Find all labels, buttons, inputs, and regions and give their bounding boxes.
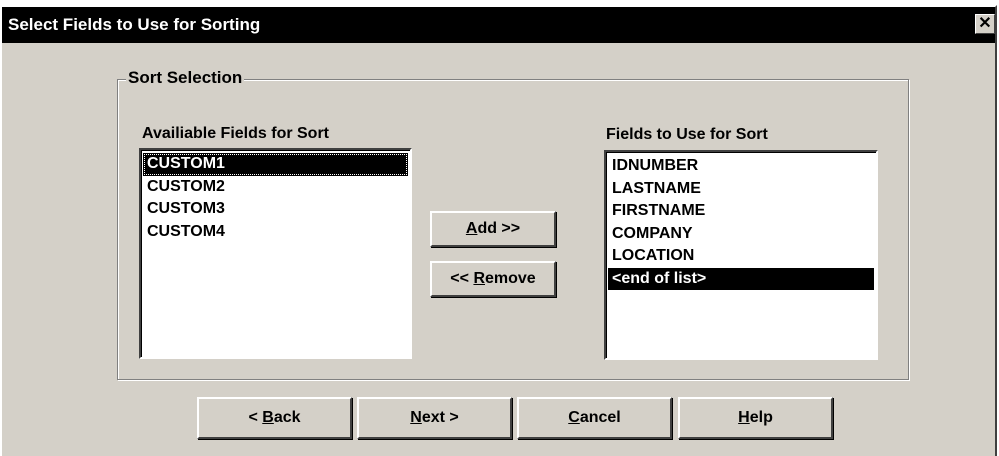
remove-label-prefix: << — [450, 270, 474, 287]
list-item[interactable]: LOCATION — [608, 245, 874, 268]
available-fields-label: Availiable Fields for Sort — [142, 125, 330, 142]
cancel-button[interactable]: Cancel — [517, 397, 672, 439]
close-icon: ✕ — [978, 15, 992, 32]
cancel-accelerator: C — [568, 409, 580, 426]
available-fields-listbox[interactable]: CUSTOM1 CUSTOM2 CUSTOM3 CUSTOM4 — [139, 148, 412, 359]
add-label-rest: dd >> — [477, 220, 521, 237]
back-button[interactable]: < Back — [197, 397, 352, 439]
list-item[interactable]: CUSTOM3 — [143, 198, 408, 221]
sort-fields-dialog: Select Fields to Use for Sorting ✕ Sort … — [0, 5, 997, 456]
next-label-rest: ext > — [421, 409, 459, 426]
title-bar: Select Fields to Use for Sorting — [2, 7, 995, 43]
remove-button[interactable]: << Remove — [430, 261, 556, 297]
add-button[interactable]: Add >> — [430, 211, 556, 247]
cancel-label-rest: ancel — [579, 409, 621, 426]
chosen-fields-listbox[interactable]: IDNUMBER LASTNAME FIRSTNAME COMPANY LOCATION… — [604, 150, 878, 360]
help-button[interactable]: Help — [678, 397, 833, 439]
list-item[interactable]: CUSTOM2 — [143, 176, 408, 199]
list-item[interactable]: IDNUMBER — [608, 155, 874, 178]
list-item[interactable]: FIRSTNAME — [608, 200, 874, 223]
help-label-rest: elp — [749, 409, 773, 426]
group-legend: Sort Selection — [126, 68, 245, 88]
next-accelerator: N — [410, 409, 422, 426]
remove-label-rest: emove — [485, 270, 536, 287]
list-item[interactable]: LASTNAME — [608, 178, 874, 201]
add-accelerator: A — [465, 220, 478, 237]
list-item[interactable]: COMPANY — [608, 223, 874, 246]
remove-accelerator: R — [473, 270, 485, 287]
list-item[interactable]: CUSTOM4 — [143, 221, 408, 244]
chosen-fields-label: Fields to Use for Sort — [606, 126, 768, 143]
dialog-title: Select Fields to Use for Sorting — [8, 15, 261, 34]
back-label-prefix: < — [248, 409, 263, 426]
back-label-rest: ack — [273, 409, 301, 426]
list-item[interactable]: <end of list> — [608, 267, 874, 290]
close-button[interactable]: ✕ — [975, 14, 995, 34]
next-button[interactable]: Next > — [357, 397, 512, 439]
help-accelerator: H — [738, 409, 750, 426]
back-accelerator: B — [262, 409, 274, 426]
list-item[interactable]: CUSTOM1 — [143, 153, 408, 176]
